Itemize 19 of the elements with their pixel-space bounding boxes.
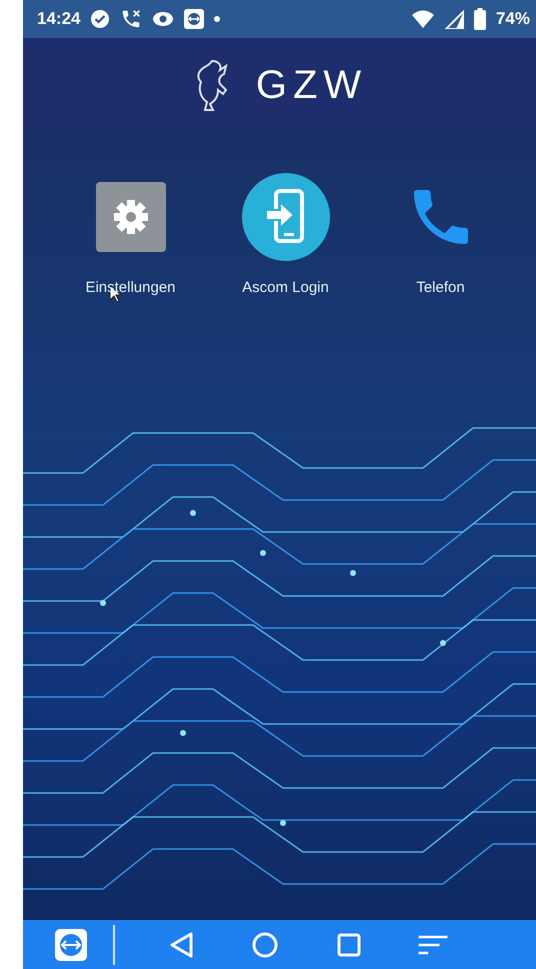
home-circle-icon <box>252 932 278 958</box>
missed-call-icon <box>120 8 142 30</box>
signal-icon <box>444 9 464 29</box>
eye-icon <box>152 11 174 27</box>
dot-icon <box>214 16 220 22</box>
app-shortcut[interactable]: Einstellungen <box>53 173 208 296</box>
phone-login-icon <box>242 173 330 261</box>
battery-percentage: 74% <box>496 9 530 29</box>
remote-control-button[interactable] <box>55 928 87 960</box>
app-title: GZW <box>256 63 368 108</box>
battery-icon <box>474 8 486 30</box>
wifi-icon <box>412 10 434 28</box>
clock-time: 14:24 <box>37 9 80 29</box>
back-triangle-icon <box>169 932 193 958</box>
app-shortcut[interactable]: Ascom Login <box>208 173 363 296</box>
check-circle-icon <box>90 9 110 29</box>
recents-square-icon <box>337 932 361 956</box>
gear-icon <box>96 182 166 252</box>
app-shortcut[interactable]: Telefon <box>363 173 518 296</box>
